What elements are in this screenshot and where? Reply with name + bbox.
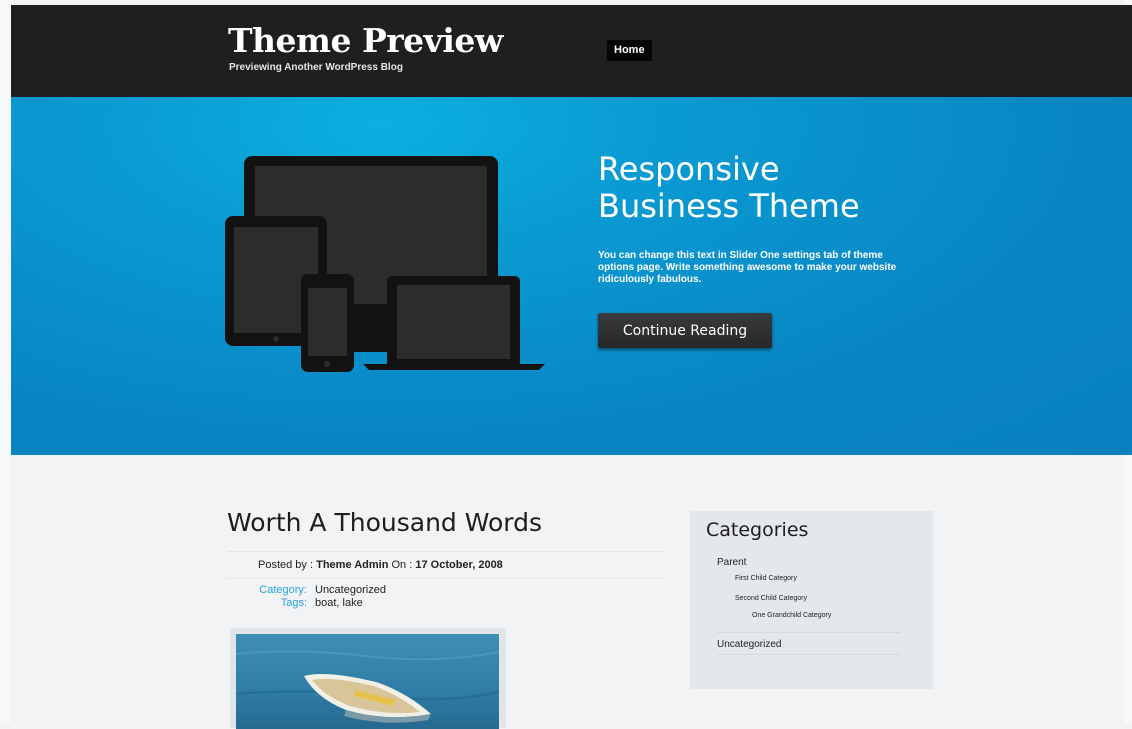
site-header: Theme Preview Previewing Another WordPre… bbox=[11, 5, 1132, 97]
categories-title: Categories bbox=[706, 519, 809, 541]
categories-widget: Categories Parent First Child Category S… bbox=[690, 511, 933, 689]
devices-illustration-icon bbox=[225, 156, 545, 372]
categories-divider bbox=[717, 632, 900, 633]
post-date: 17 October, 2008 bbox=[415, 559, 503, 571]
category-item-uncategorized[interactable]: Uncategorized bbox=[717, 639, 781, 650]
post-divider-bottom bbox=[227, 578, 663, 579]
hero-slider: Responsive Business Theme You can change… bbox=[11, 97, 1132, 455]
hero-description: You can change this text in Slider One s… bbox=[598, 250, 897, 285]
category-item-grandchild[interactable]: One Grandchild Category bbox=[752, 612, 831, 619]
category-item-first-child[interactable]: First Child Category bbox=[735, 575, 797, 582]
post-meta: Posted by : Theme Admin On : 17 October,… bbox=[258, 559, 503, 571]
page-edge-left bbox=[0, 0, 11, 723]
category-item-second-child[interactable]: Second Child Category bbox=[735, 595, 807, 602]
posted-by-label: Posted by : bbox=[258, 559, 314, 571]
hero-title-line-2: Business Theme bbox=[598, 187, 860, 225]
tags-label: Tags: bbox=[280, 597, 307, 609]
category-item-parent[interactable]: Parent bbox=[717, 557, 746, 568]
post-author[interactable]: Theme Admin bbox=[316, 559, 388, 571]
hero-title: Responsive Business Theme bbox=[598, 151, 918, 225]
categories-divider-bottom bbox=[717, 654, 900, 655]
on-label: On : bbox=[391, 559, 413, 571]
boat-photo[interactable] bbox=[236, 634, 499, 729]
site-title[interactable]: Theme Preview bbox=[228, 23, 503, 59]
post-title[interactable]: Worth A Thousand Words bbox=[227, 506, 542, 540]
category-label: Category: bbox=[259, 584, 307, 596]
category-link[interactable]: Uncategorized bbox=[315, 584, 386, 596]
nav-item-home[interactable]: Home bbox=[607, 40, 652, 61]
post-divider-top bbox=[227, 551, 663, 552]
tags-links[interactable]: boat, lake bbox=[315, 597, 363, 609]
site-tagline: Previewing Another WordPress Blog bbox=[229, 62, 403, 73]
continue-reading-button[interactable]: Continue Reading bbox=[598, 313, 772, 348]
hero-title-line-1: Responsive bbox=[598, 150, 780, 188]
